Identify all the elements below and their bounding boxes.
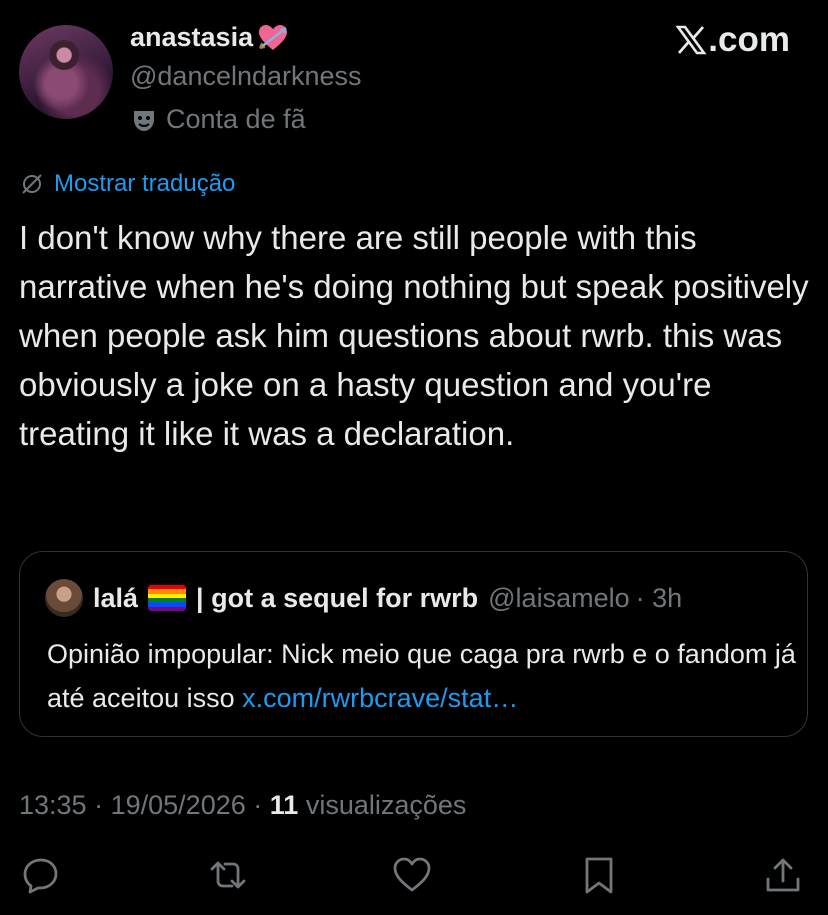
repost-icon (210, 861, 246, 889)
reply-button[interactable] (18, 852, 64, 898)
theater-mask-icon (134, 110, 154, 131)
tweet-meta: 13:35 · 19/05/2026 · 11 visualizações (19, 790, 466, 821)
quote-author-handle: @laisamelo (488, 582, 630, 613)
x-logo-icon (675, 25, 707, 55)
tweet-text: I don't know why there are still people … (19, 219, 809, 452)
quote-avatar (45, 579, 83, 617)
bookmark-icon (585, 857, 613, 894)
views-count: 11 (269, 790, 299, 820)
x-logo-text: .com (708, 20, 790, 59)
share-button[interactable] (760, 852, 806, 898)
rainbow-flag-icon (148, 585, 187, 611)
share-icon (766, 858, 800, 892)
display-name-text: anastasia (130, 22, 254, 52)
quote-header: lalá | got a sequel for rwrb @laisamelo … (45, 579, 682, 617)
quote-time: · 3h (635, 582, 683, 613)
quoted-tweet[interactable]: lalá | got a sequel for rwrb @laisamelo … (19, 551, 808, 737)
views-label: visualizações (305, 790, 467, 820)
quote-author-suffix: | got a sequel for rwrb (196, 582, 479, 613)
author-handle[interactable]: @dancelndarkness (130, 61, 362, 92)
show-translation-link[interactable]: Mostrar tradução (20, 170, 235, 198)
tweet-time[interactable]: 13:35 (19, 790, 87, 820)
tweet-date[interactable]: 19/05/2026 (111, 790, 246, 820)
fan-label-text: Conta de fã (166, 104, 306, 134)
bookmark-button[interactable] (576, 852, 622, 898)
author-display-name[interactable]: anastasia (130, 22, 289, 53)
quote-link[interactable]: x.com/rwrbcrave/stat… (242, 683, 518, 713)
globe-slash-icon (22, 174, 42, 194)
author-avatar[interactable] (19, 25, 113, 119)
action-bar (0, 852, 828, 906)
meta-separator: · (94, 790, 104, 820)
reply-icon (23, 858, 58, 894)
x-logo: .com (675, 20, 790, 60)
meta-separator: · (253, 790, 263, 820)
repost-button[interactable] (205, 852, 251, 898)
like-button[interactable] (389, 852, 435, 898)
heart-with-arrow-icon (259, 24, 288, 50)
quote-text-block: Opinião impopular: Nick meio que caga pr… (47, 632, 797, 720)
fan-account-label: Conta de fã (130, 104, 306, 135)
like-icon (393, 857, 431, 892)
show-translation-label: Mostrar tradução (54, 170, 236, 197)
quote-author-name: lalá (93, 582, 139, 613)
